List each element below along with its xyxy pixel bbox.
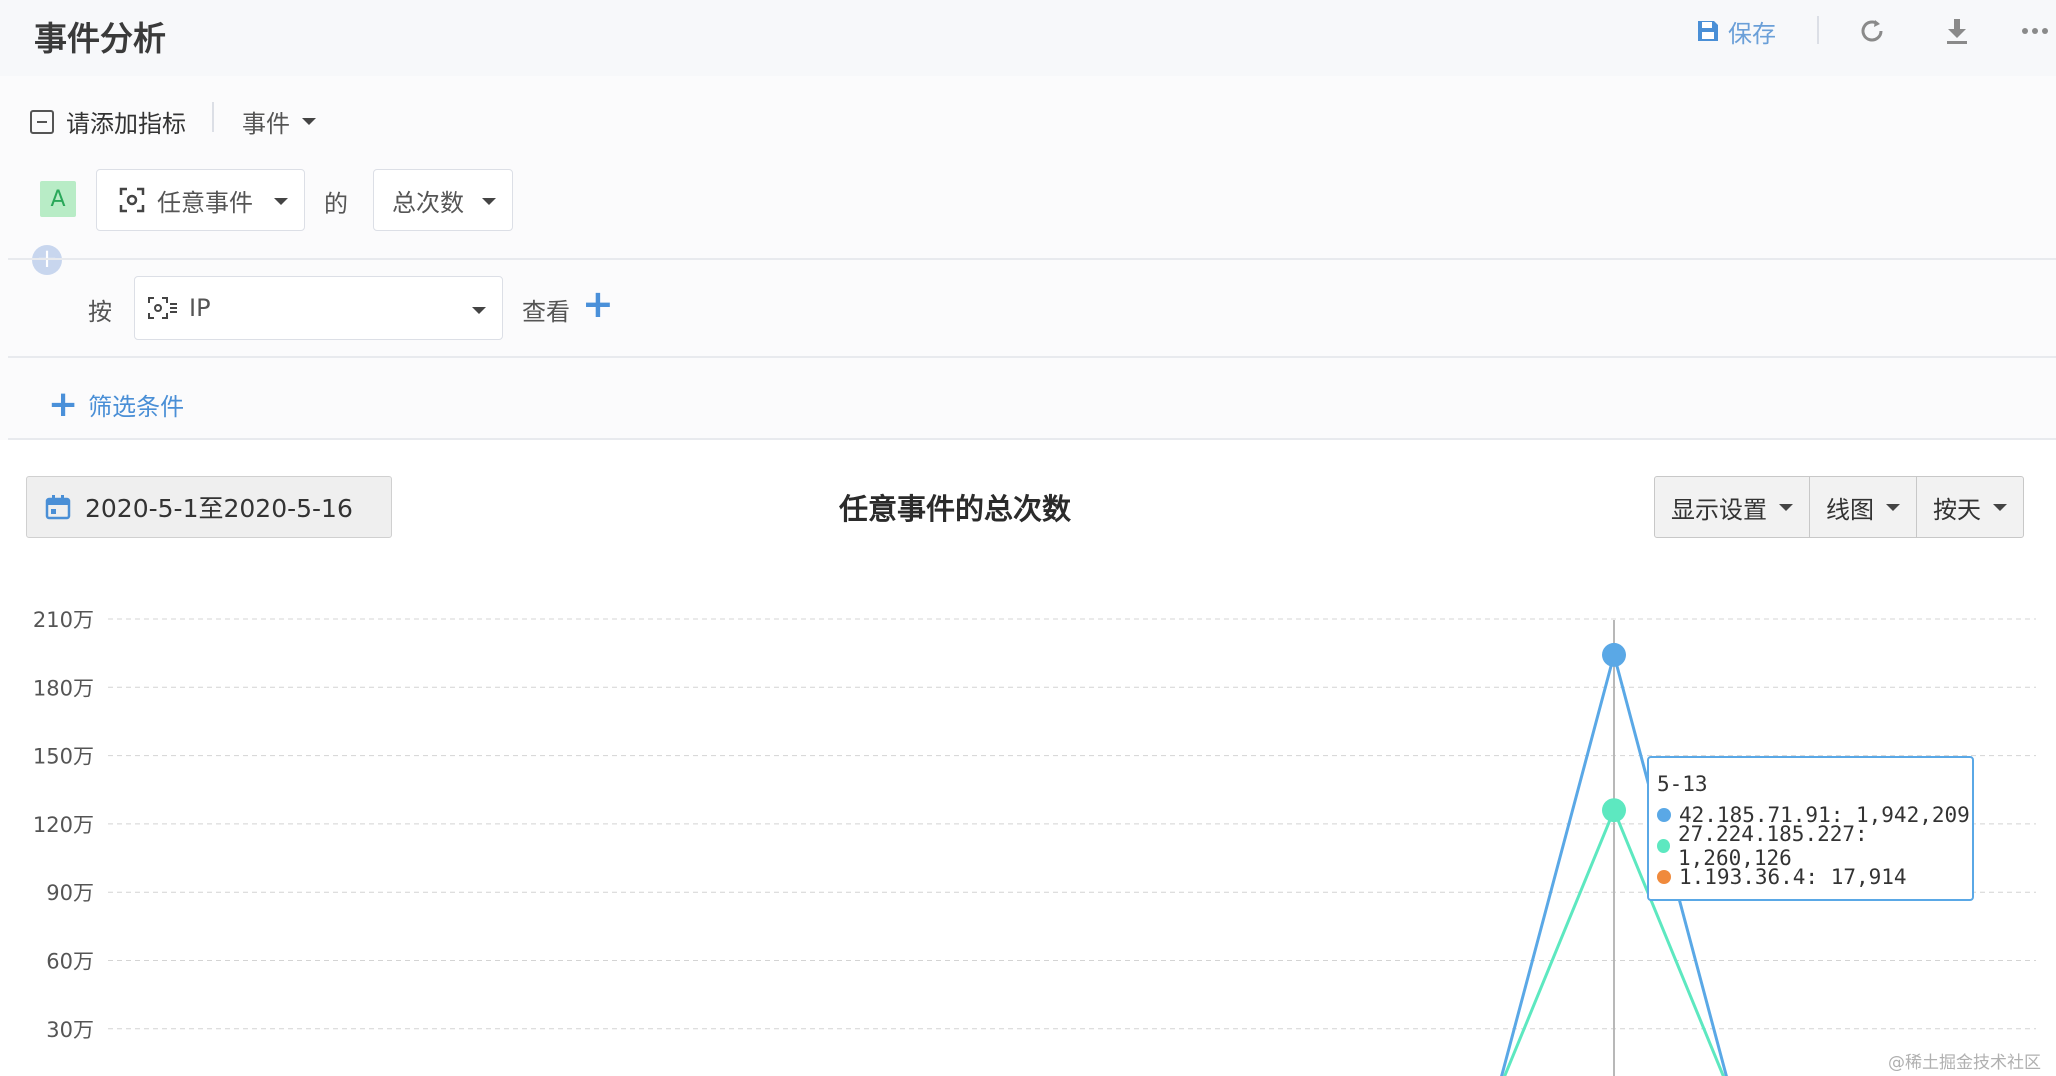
event-select-value: 任意事件 [157, 188, 253, 217]
y-tick-label: 90万 [46, 881, 94, 905]
chart-type-dropdown[interactable]: 线图 [1810, 477, 1917, 537]
any-event-icon [119, 187, 145, 213]
collapse-icon [30, 109, 54, 134]
add-filter-button[interactable]: + 筛选条件 [48, 384, 184, 425]
data-point [1602, 798, 1626, 823]
more-icon[interactable] [2018, 14, 2052, 48]
metric-type-label: 事件 [242, 110, 290, 138]
chart-type-label: 线图 [1826, 495, 1874, 524]
y-tick-label: 120万 [33, 813, 94, 837]
metrics-toggle[interactable]: 请添加指标 [30, 104, 186, 139]
save-icon [1698, 21, 1718, 41]
metric-badge: A [40, 181, 76, 217]
of-label: 的 [324, 190, 348, 218]
section-divider [8, 258, 2056, 260]
caret-down-icon [472, 307, 486, 314]
add-groupby-icon[interactable]: + [582, 282, 614, 326]
tooltip-row-text: 27.224.185.227: 1,260,126 [1678, 821, 1868, 870]
section-divider [8, 356, 2056, 358]
property-icon [148, 297, 177, 319]
y-axis-ticks: 210万 180万 150万 120万 90万 60万 30万 [33, 608, 94, 1042]
metrics-toggle-label: 请添加指标 [66, 110, 186, 138]
add-metric-button[interactable]: + [32, 245, 62, 275]
groupby-select[interactable]: IP [134, 276, 503, 340]
y-tick-label: 60万 [46, 950, 94, 974]
download-icon[interactable] [1940, 14, 1974, 48]
view-label: 查看 [522, 298, 570, 326]
y-tick-label: 30万 [46, 1018, 94, 1042]
event-select[interactable]: 任意事件 [96, 169, 305, 231]
filter-label: 筛选条件 [88, 393, 185, 421]
header-divider [1817, 16, 1819, 44]
aggregation-value: 总次数 [392, 188, 464, 217]
page-header: 事件分析 保存 [0, 0, 2056, 76]
metrics-divider [212, 102, 214, 132]
plus-icon: + [48, 384, 79, 425]
chart-tooltip: 5-13 42.185.71.91: 1,942,209 27.224.185.2… [1647, 756, 1974, 901]
display-settings-label: 显示设置 [1671, 495, 1767, 524]
groupby-value: IP [189, 294, 211, 322]
y-tick-label: 150万 [33, 745, 94, 769]
caret-down-icon [1779, 503, 1793, 511]
granularity-dropdown[interactable]: 按天 [1917, 477, 2023, 537]
groupby-label: 按 [88, 298, 112, 326]
y-tick-label: 180万 [33, 676, 94, 700]
display-settings-dropdown[interactable]: 显示设置 [1655, 477, 1810, 537]
refresh-icon[interactable] [1855, 14, 1889, 48]
legend-dot-icon [1657, 838, 1671, 853]
chart-options-group: 显示设置 线图 按天 [1654, 476, 2024, 538]
save-button[interactable]: 保存 [1696, 14, 1776, 48]
legend-dot-icon [1657, 869, 1671, 884]
chart-title: 任意事件的总次数 [838, 492, 1071, 526]
legend-dot-icon [1657, 807, 1671, 822]
tooltip-row: 27.224.185.227: 1,260,126 [1657, 822, 1972, 870]
caret-down-icon [1886, 503, 1900, 511]
tooltip-date: 5-13 [1657, 771, 1708, 796]
aggregation-select[interactable]: 总次数 [373, 169, 513, 231]
save-label: 保存 [1728, 19, 1776, 48]
caret-down-icon [1993, 503, 2007, 511]
caret-down-icon [302, 118, 316, 125]
y-tick-label: 210万 [33, 608, 94, 632]
data-point [1602, 642, 1626, 667]
page-title: 事件分析 [34, 19, 166, 58]
caret-down-icon [274, 198, 288, 205]
section-divider [8, 438, 2056, 440]
caret-down-icon [482, 198, 496, 205]
watermark: @稀土掘金技术社区 [1888, 1053, 2041, 1073]
metric-type-dropdown[interactable]: 事件 [242, 104, 316, 139]
tooltip-row-text: 1.193.36.4: 17,914 [1679, 864, 1907, 889]
granularity-label: 按天 [1933, 495, 1981, 524]
